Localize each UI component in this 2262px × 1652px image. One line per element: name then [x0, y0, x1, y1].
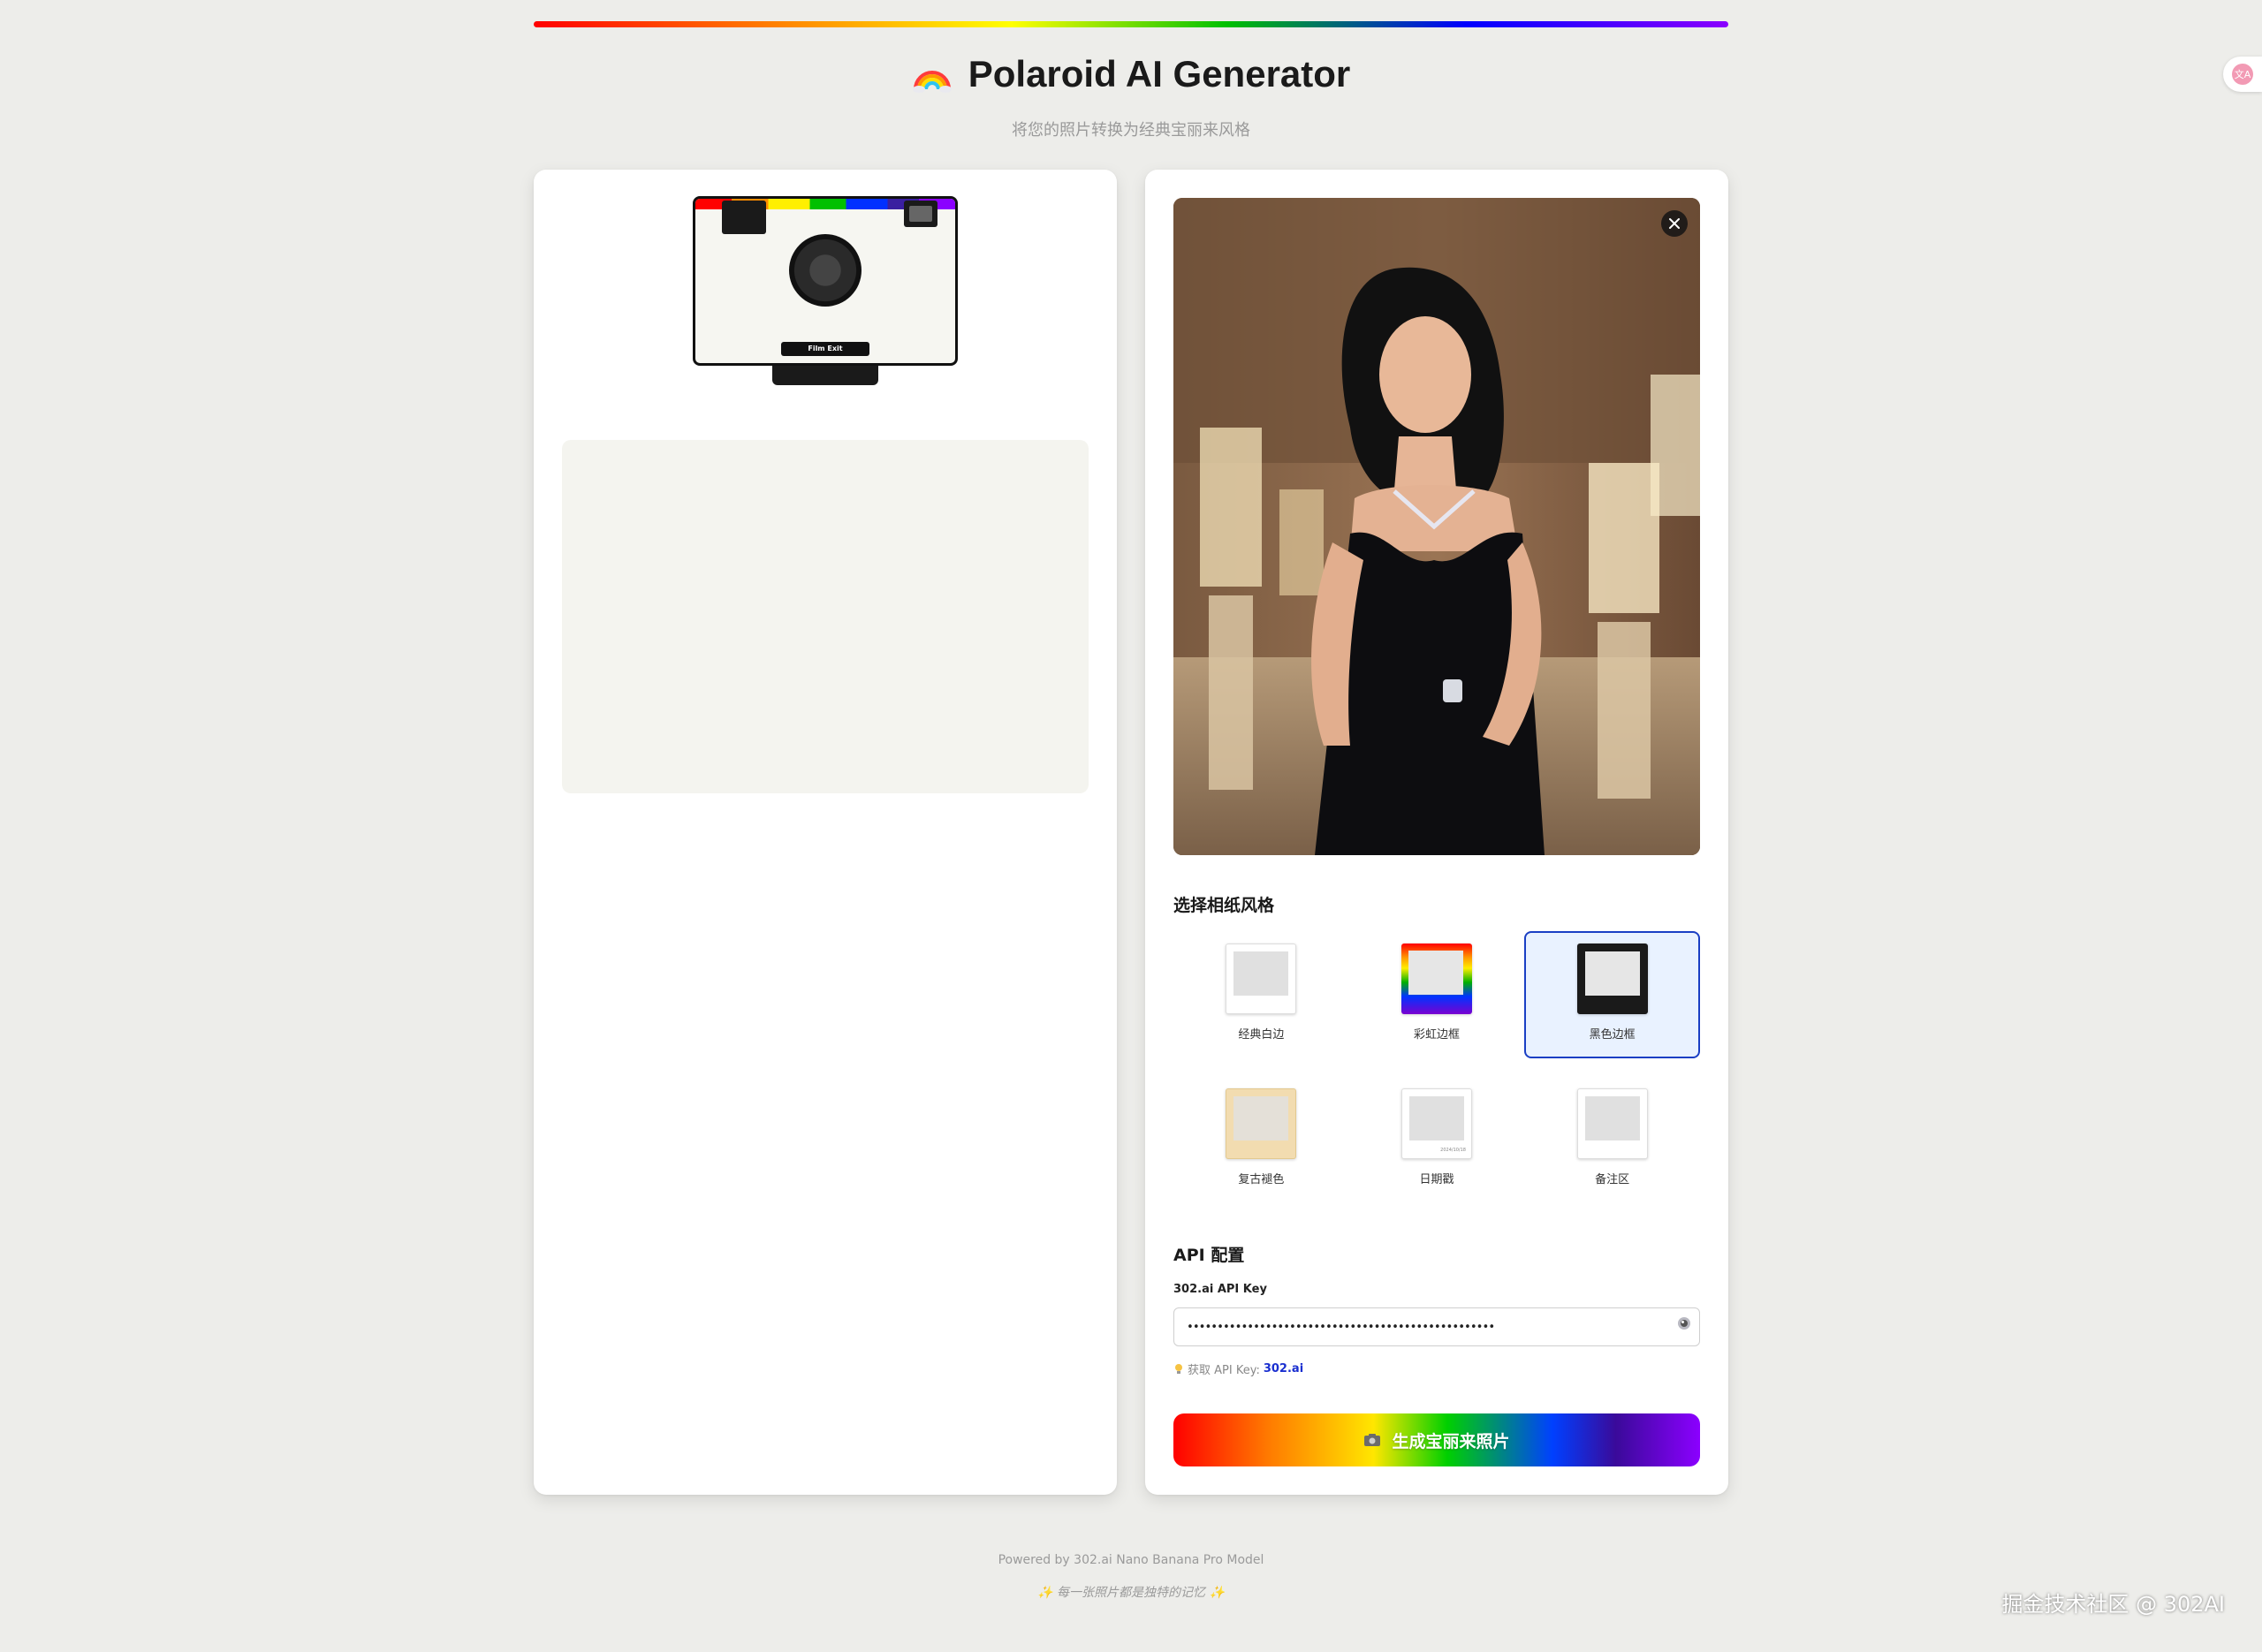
camera-flash: [722, 201, 766, 234]
camera-viewfinder: [904, 201, 937, 227]
rainbow-icon: [912, 71, 952, 93]
style-thumb-black: [1576, 943, 1648, 1014]
eye-icon[interactable]: [1675, 1315, 1693, 1332]
lightbulb-icon: [1175, 1363, 1182, 1374]
camera-film-tray: [772, 366, 878, 385]
api-key-hint: 获取 API Key: 302.ai: [1173, 1360, 1303, 1377]
style-section-title: 选择相纸风格: [1173, 896, 1275, 915]
film-exit-label: Film Exit: [781, 342, 869, 356]
style-options-grid: 经典白边 彩虹边框 黑色边框 复古褪色 2024/10/18 日期戳 备注区: [1173, 931, 1700, 1203]
style-option-note[interactable]: 备注区: [1524, 1076, 1700, 1203]
style-label: 日期戳: [1419, 1173, 1454, 1186]
date-stamp: 2024/10/18: [1440, 1148, 1466, 1153]
style-option-vintage[interactable]: 复古褪色: [1173, 1076, 1349, 1203]
generate-button-label: 生成宝丽来照片: [1392, 1432, 1510, 1451]
page-subtitle: 将您的照片转换为经典宝丽来风格: [1012, 121, 1250, 140]
style-label: 经典白边: [1238, 1028, 1285, 1042]
style-thumb-rainbow: [1400, 943, 1472, 1014]
style-thumb-classic: [1226, 943, 1297, 1014]
style-label: 备注区: [1595, 1173, 1630, 1186]
remove-photo-button[interactable]: [1661, 210, 1688, 237]
api-key-label: 302.ai API Key: [1173, 1283, 1267, 1296]
style-thumb-note: [1576, 1088, 1648, 1159]
style-thumb-vintage: [1226, 1088, 1297, 1159]
uploaded-photo: [1173, 198, 1700, 855]
style-thumb-date: 2024/10/18: [1400, 1088, 1472, 1159]
generate-button[interactable]: 生成宝丽来照片: [1173, 1413, 1700, 1466]
page-header: Polaroid AI Generator: [0, 53, 2262, 95]
style-option-date[interactable]: 2024/10/18 日期戳: [1349, 1076, 1525, 1203]
camera-lens: [789, 234, 862, 307]
output-panel: Film Exit: [534, 170, 1117, 1495]
top-rainbow-bar: [534, 21, 1728, 27]
style-label: 彩虹边框: [1413, 1028, 1460, 1042]
uploaded-photo-image: [1173, 198, 1700, 855]
settings-panel: 选择相纸风格 经典白边 彩虹边框 黑色边框 复古褪色 2024/10/18 日期…: [1145, 170, 1728, 1495]
watermark: 掘金技术社区 @ 302AI: [2001, 1592, 2225, 1617]
result-placeholder: [562, 440, 1089, 793]
camera-illustration: Film Exit: [693, 196, 958, 389]
api-key-link[interactable]: 302.ai: [1264, 1362, 1303, 1375]
style-label: 复古褪色: [1238, 1173, 1285, 1186]
style-option-black[interactable]: 黑色边框: [1524, 931, 1700, 1058]
camera-body: Film Exit: [693, 196, 958, 366]
style-label: 黑色边框: [1589, 1028, 1636, 1042]
footer-tagline: ✨ 每一张照片都是独特的记忆 ✨: [1037, 1586, 1225, 1600]
page-title: Polaroid AI Generator: [968, 53, 1351, 95]
camera-icon: [1364, 1434, 1381, 1446]
footer-powered-by: Powered by 302.ai Nano Banana Pro Model: [998, 1553, 1264, 1567]
style-option-classic[interactable]: 经典白边: [1173, 931, 1349, 1058]
close-icon: [1669, 218, 1680, 229]
hint-prefix: 获取 API Key:: [1188, 1364, 1260, 1377]
api-section-title: API 配置: [1173, 1246, 1245, 1265]
style-option-rainbow[interactable]: 彩虹边框: [1349, 931, 1525, 1058]
api-key-input[interactable]: [1173, 1307, 1700, 1346]
